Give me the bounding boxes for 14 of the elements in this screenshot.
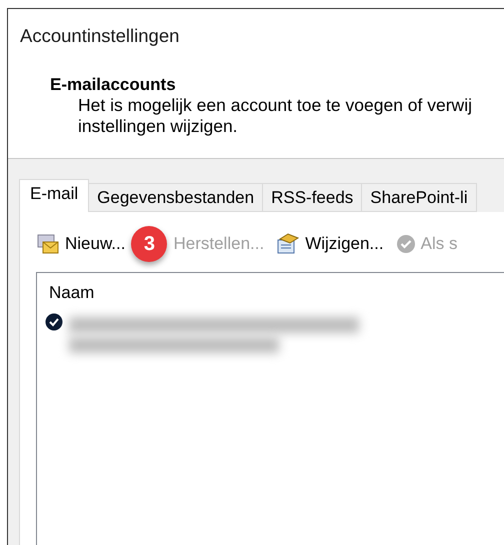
toolbar-button[interactable]: Wijzigen... [274,231,386,257]
tab[interactable]: SharePoint-li [361,183,477,212]
step-badge: 3 [131,226,168,262]
description-text: Het is mogelijk een account toe te voegen of verwij instellingen wijzigen. [78,95,473,137]
toolbar-button[interactable]: Nieuw... [34,231,128,257]
tab[interactable]: RSS-feeds [262,183,362,212]
tab[interactable]: Gegevensbestanden [88,183,264,212]
envelope-icon [36,233,60,255]
tab[interactable]: E-mail [19,179,90,212]
settings-card-icon [276,233,300,255]
column-header: Naam [48,282,96,304]
check-circle-icon [396,234,416,254]
section-heading: E-mailaccounts [50,75,177,95]
window-title: Accountinstellingen [20,25,180,47]
